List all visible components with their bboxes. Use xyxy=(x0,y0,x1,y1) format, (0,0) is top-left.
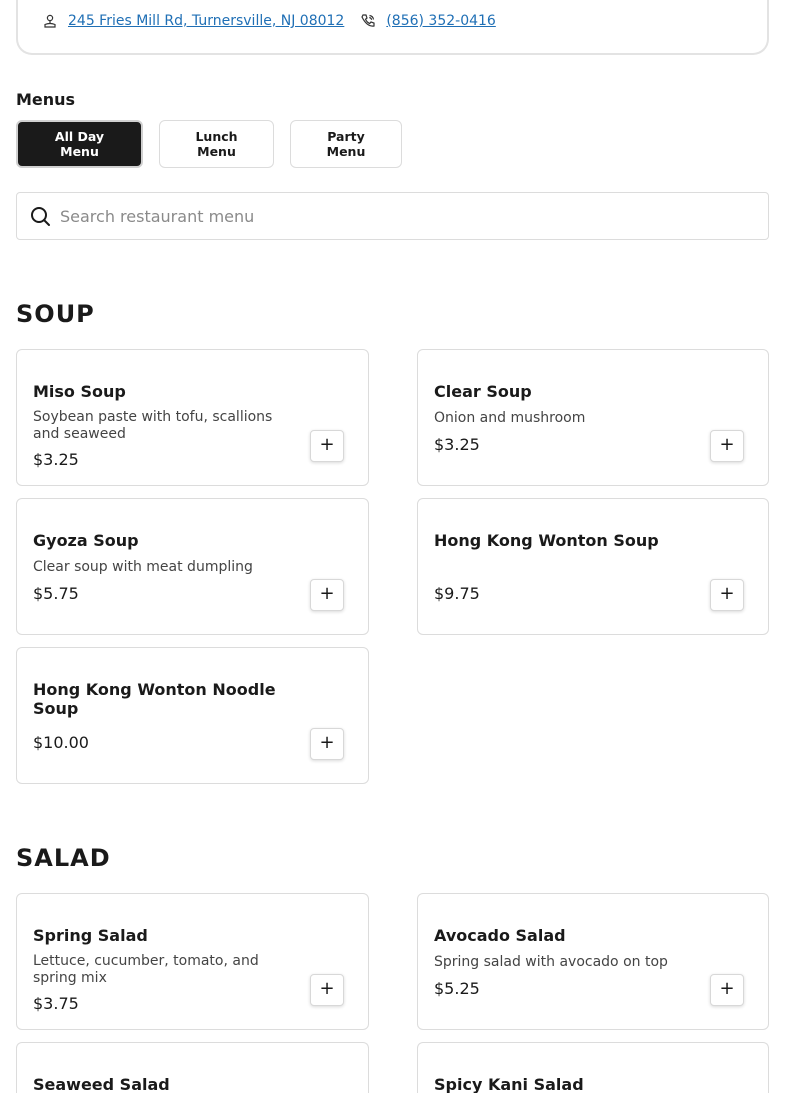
tab-party-menu[interactable]: Party Menu xyxy=(290,120,402,168)
plus-icon: + xyxy=(319,732,335,753)
item-price: $10.00 xyxy=(33,733,89,752)
item-description: Soybean paste with tofu, scallions and s… xyxy=(33,409,273,442)
section-title-salad: SALAD xyxy=(16,844,111,872)
add-item-button[interactable]: + xyxy=(710,579,744,611)
item-price: $5.75 xyxy=(33,584,79,603)
add-item-button[interactable]: + xyxy=(710,430,744,462)
tab-lunch-menu[interactable]: Lunch Menu xyxy=(159,120,274,168)
item-price: $5.25 xyxy=(434,979,480,998)
section-title-soup: SOUP xyxy=(16,300,95,328)
menu-tabs: All Day Menu Lunch Menu Party Menu xyxy=(16,120,418,168)
add-item-button[interactable]: + xyxy=(710,974,744,1006)
item-price: $3.25 xyxy=(33,450,79,469)
menus-heading: Menus xyxy=(16,90,76,109)
item-price: $3.75 xyxy=(33,994,79,1013)
add-item-button[interactable]: + xyxy=(310,974,344,1006)
menu-item-card[interactable]: Clear Soup Onion and mushroom $3.25 + xyxy=(417,349,769,486)
item-name: Seaweed Salad xyxy=(33,1075,170,1093)
menu-search-box[interactable] xyxy=(16,192,769,240)
plus-icon: + xyxy=(319,434,335,455)
plus-icon: + xyxy=(719,583,735,604)
location-pin-icon xyxy=(44,14,56,28)
contact-row: 245 Fries Mill Rd, Turnersville, NJ 0801… xyxy=(42,13,496,29)
menu-item-card[interactable]: Avocado Salad Spring salad with avocado … xyxy=(417,893,769,1030)
restaurant-info-card: 245 Fries Mill Rd, Turnersville, NJ 0801… xyxy=(16,0,769,55)
search-icon xyxy=(31,207,50,226)
menu-item-card[interactable]: Hong Kong Wonton Noodle Soup $10.00 + xyxy=(16,647,369,784)
plus-icon: + xyxy=(719,434,735,455)
add-item-button[interactable]: + xyxy=(310,430,344,462)
item-name: Gyoza Soup xyxy=(33,531,139,550)
plus-icon: + xyxy=(319,978,335,999)
plus-icon: + xyxy=(719,978,735,999)
menu-item-card[interactable]: Spicy Kani Salad xyxy=(417,1042,769,1093)
item-name: Avocado Salad xyxy=(434,926,566,945)
plus-icon: + xyxy=(319,583,335,604)
item-price: $9.75 xyxy=(434,584,480,603)
item-name: Hong Kong Wonton Soup xyxy=(434,531,659,550)
item-price: $3.25 xyxy=(434,435,480,454)
item-description: Spring salad with avocado on top xyxy=(434,954,668,970)
item-name: Spring Salad xyxy=(33,926,148,945)
item-name: Spicy Kani Salad xyxy=(434,1075,584,1093)
menu-item-card[interactable]: Seaweed Salad xyxy=(16,1042,369,1093)
phone-icon xyxy=(361,14,375,27)
phone-link[interactable]: (856) 352-0416 xyxy=(386,13,496,29)
menu-item-card[interactable]: Hong Kong Wonton Soup $9.75 + xyxy=(417,498,769,635)
address-link[interactable]: 245 Fries Mill Rd, Turnersville, NJ 0801… xyxy=(68,13,344,29)
search-input[interactable] xyxy=(60,206,720,226)
tab-all-day-menu[interactable]: All Day Menu xyxy=(16,120,143,168)
menu-item-card[interactable]: Spring Salad Lettuce, cucumber, tomato, … xyxy=(16,893,369,1030)
item-description: Onion and mushroom xyxy=(434,410,586,426)
item-description: Lettuce, cucumber, tomato, and spring mi… xyxy=(33,953,259,986)
item-name: Hong Kong Wonton Noodle Soup xyxy=(33,680,276,718)
add-item-button[interactable]: + xyxy=(310,728,344,760)
item-name: Miso Soup xyxy=(33,382,126,401)
menu-item-card[interactable]: Miso Soup Soybean paste with tofu, scall… xyxy=(16,349,369,486)
add-item-button[interactable]: + xyxy=(310,579,344,611)
menu-item-card[interactable]: Gyoza Soup Clear soup with meat dumpling… xyxy=(16,498,369,635)
item-description: Clear soup with meat dumpling xyxy=(33,559,253,575)
item-name: Clear Soup xyxy=(434,382,532,401)
